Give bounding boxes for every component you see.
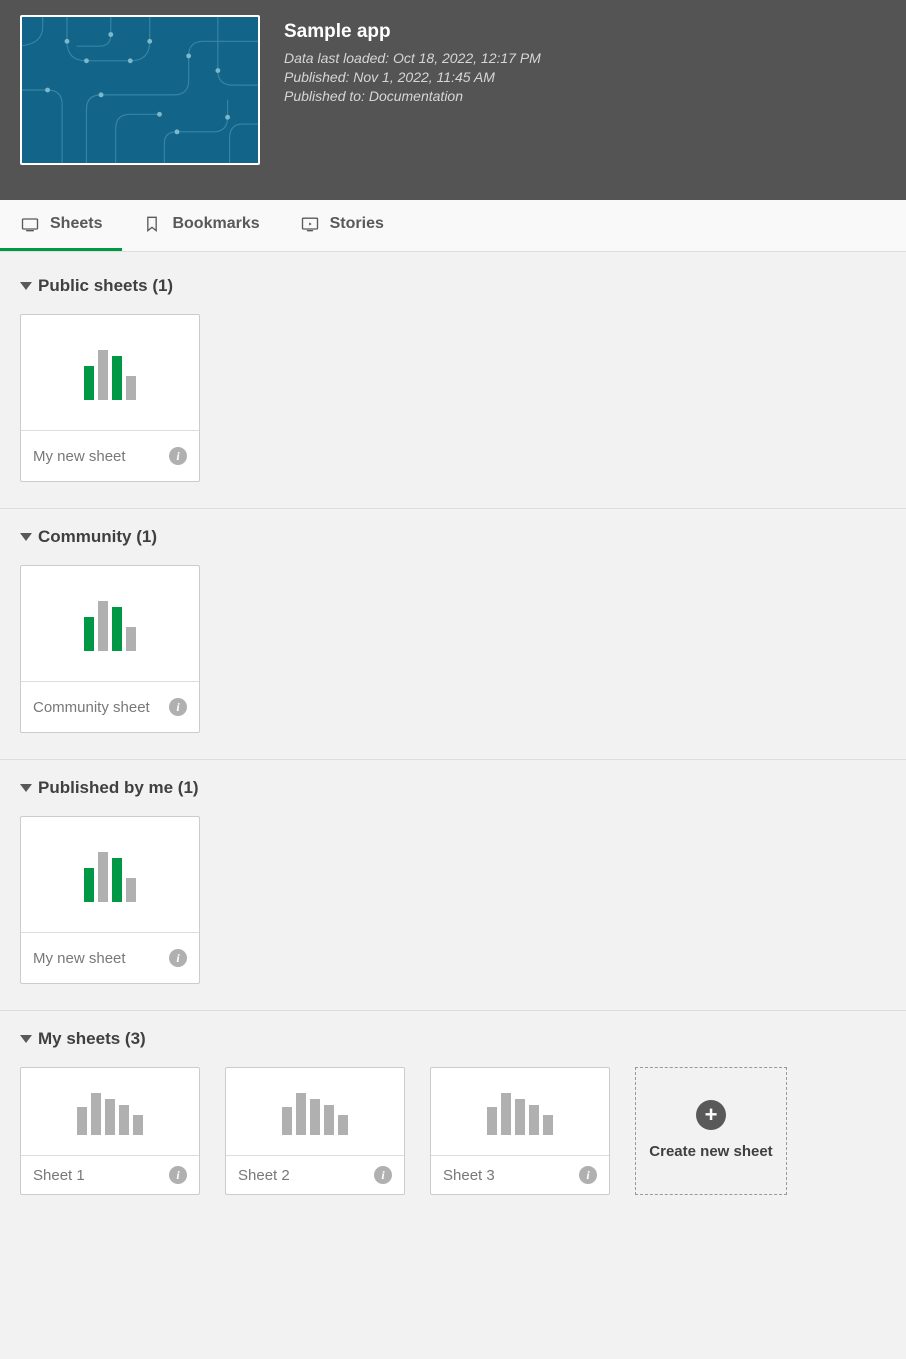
section-label: Community (1) [38,527,157,547]
collapse-icon [20,1035,32,1043]
collapse-icon [20,784,32,792]
section-header-my-sheets[interactable]: My sheets (3) [20,1029,886,1049]
section-community: Community (1) Community sheet i [0,508,906,759]
info-icon[interactable]: i [374,1166,392,1184]
sheet-card[interactable]: Sheet 1 i [20,1067,200,1195]
stories-icon [300,214,320,234]
sheet-card[interactable]: My new sheet i [20,816,200,984]
sheet-title: Sheet 3 [443,1167,495,1184]
info-icon[interactable]: i [169,1166,187,1184]
app-thumbnail[interactable] [20,15,260,165]
info-icon[interactable]: i [579,1166,597,1184]
sheet-card[interactable]: Sheet 3 i [430,1067,610,1195]
info-icon[interactable]: i [169,447,187,465]
app-info: Sample app Data last loaded: Oct 18, 202… [284,15,541,165]
bookmark-icon [142,214,162,234]
plus-icon: + [696,1100,726,1130]
sheet-preview [226,1068,404,1156]
section-label: Published by me (1) [38,778,199,798]
section-my-sheets: My sheets (3) Sheet 1 i [0,1010,906,1221]
tab-sheets[interactable]: Sheets [0,200,122,251]
section-published-by-me: Published by me (1) My new sheet i [0,759,906,1010]
app-header: Sample app Data last loaded: Oct 18, 202… [0,0,906,200]
tab-stories[interactable]: Stories [280,200,404,251]
tab-sheets-label: Sheets [50,215,102,233]
sheet-preview [431,1068,609,1156]
tab-stories-label: Stories [330,215,384,233]
section-label: My sheets (3) [38,1029,146,1049]
section-header-community[interactable]: Community (1) [20,527,886,547]
sheet-preview [21,1068,199,1156]
section-header-public[interactable]: Public sheets (1) [20,276,886,296]
app-published-to: Published to: Documentation [284,87,541,106]
info-icon[interactable]: i [169,949,187,967]
sheet-preview [21,817,199,933]
info-icon[interactable]: i [169,698,187,716]
collapse-icon [20,282,32,290]
sheet-card[interactable]: Sheet 2 i [225,1067,405,1195]
sheets-icon [20,214,40,234]
sheet-card[interactable]: My new sheet i [20,314,200,482]
tab-bookmarks[interactable]: Bookmarks [122,200,279,251]
sheet-title: Sheet 1 [33,1167,85,1184]
sheet-preview [21,566,199,682]
collapse-icon [20,533,32,541]
app-data-loaded: Data last loaded: Oct 18, 2022, 12:17 PM [284,49,541,68]
section-header-published-by-me[interactable]: Published by me (1) [20,778,886,798]
section-public-sheets: Public sheets (1) My new sheet i [0,252,906,508]
create-new-sheet[interactable]: + Create new sheet [635,1067,787,1195]
sheet-title: Community sheet [33,699,150,716]
section-label: Public sheets (1) [38,276,173,296]
sheet-preview [21,315,199,431]
sheet-title: My new sheet [33,448,126,465]
sheet-card[interactable]: Community sheet i [20,565,200,733]
tab-bookmarks-label: Bookmarks [172,215,259,233]
tabs-bar: Sheets Bookmarks Stories [0,200,906,252]
sheet-title: Sheet 2 [238,1167,290,1184]
sheet-title: My new sheet [33,950,126,967]
create-label: Create new sheet [649,1142,772,1162]
app-title: Sample app [284,21,541,43]
app-published: Published: Nov 1, 2022, 11:45 AM [284,68,541,87]
